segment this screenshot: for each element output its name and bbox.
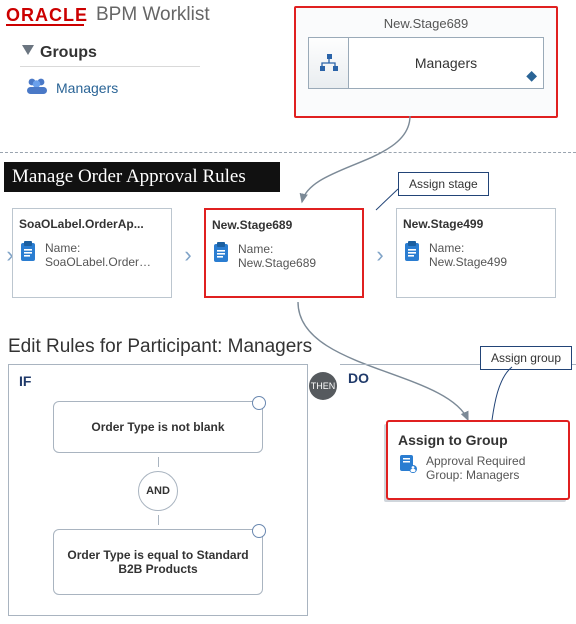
stage-arrow-1-2: › <box>370 240 390 270</box>
worklist-participant-name: Managers <box>349 38 543 88</box>
oracle-logo: ORACLE <box>6 5 88 26</box>
do-label: DO <box>348 370 369 386</box>
and-label: AND <box>146 485 170 497</box>
stage-name-value: New.Stage499 <box>429 255 507 269</box>
and-operator[interactable]: AND <box>138 471 178 511</box>
cond-connector <box>158 515 159 525</box>
groups-item-label: Managers <box>56 80 118 96</box>
oracle-wordmark: ORACLE <box>6 5 88 26</box>
if-label: IF <box>9 365 307 397</box>
condition-handle-icon[interactable] <box>252 396 266 410</box>
stage-name-label: Name: <box>429 241 464 255</box>
callout-group-pointer <box>490 366 530 426</box>
groups-heading-label: Groups <box>40 44 97 62</box>
app-title: BPM Worklist <box>96 4 210 26</box>
section-divider <box>0 152 576 153</box>
hierarchy-icon <box>309 38 349 88</box>
then-pill: THEN <box>309 372 337 400</box>
stage-card-title: New.Stage689 <box>212 218 356 232</box>
assign-line: Approval Required Group: Managers <box>426 454 558 482</box>
group-users-icon <box>26 77 48 98</box>
stage-card-0[interactable]: SoaOLabel.OrderAp... Name: SoaOLabel.Ord… <box>12 208 172 298</box>
groups-item-managers[interactable]: Managers <box>20 67 200 108</box>
condition-text: Order Type is not blank <box>91 420 224 434</box>
condition-text: Order Type is equal to Standard B2B Prod… <box>67 548 248 576</box>
condition-1[interactable]: Order Type is equal to Standard B2B Prod… <box>53 529 263 595</box>
stage-card-title: SoaOLabel.OrderAp... <box>19 217 165 231</box>
add-participant-icon[interactable]: ◆ <box>526 67 537 84</box>
assign-to-group-box[interactable]: Assign to Group Approval Required Group:… <box>386 420 570 500</box>
assign-group-icon <box>398 454 418 477</box>
groups-panel: Groups Managers <box>20 40 200 108</box>
stages-row: › SoaOLabel.OrderAp... Name: SoaOLabel.O… <box>0 200 576 320</box>
worklist-stage-box: New.Stage689 Managers ◆ <box>294 6 558 118</box>
stage-name-label: Name: <box>238 242 273 256</box>
stage-arrow-0-1: › <box>178 240 198 270</box>
stage-card-title: New.Stage499 <box>403 217 549 231</box>
condition-0[interactable]: Order Type is not blank <box>53 401 263 453</box>
then-label: THEN <box>311 381 336 391</box>
collapse-icon <box>22 44 34 62</box>
worklist-participant-row[interactable]: Managers ◆ <box>308 37 544 89</box>
clipboard-icon <box>212 242 230 270</box>
stage-card-1[interactable]: New.Stage689 Name: New.Stage689 <box>204 208 364 298</box>
edit-rules-title: Edit Rules for Participant: Managers <box>8 336 312 358</box>
stage-card-2[interactable]: New.Stage499 Name: New.Stage499 <box>396 208 556 298</box>
app-header: ORACLE BPM Worklist <box>6 4 210 26</box>
callout-assign-group: Assign group <box>480 346 572 370</box>
cond-connector <box>158 457 159 467</box>
condition-handle-icon[interactable] <box>252 524 266 538</box>
stage-name-value: New.Stage689 <box>238 256 316 270</box>
callout-assign-stage: Assign stage <box>398 172 489 196</box>
stage-name-value: SoaOLabel.Order… <box>45 255 151 269</box>
clipboard-icon <box>19 241 37 269</box>
groups-heading[interactable]: Groups <box>20 40 200 67</box>
manage-rules-title: Manage Order Approval Rules <box>4 162 280 192</box>
assign-title: Assign to Group <box>398 432 558 448</box>
clipboard-icon <box>403 241 421 269</box>
if-panel: IF Order Type is not blank AND Order Typ… <box>8 364 308 616</box>
stage-name-label: Name: <box>45 241 80 255</box>
worklist-stage-title: New.Stage689 <box>296 8 556 37</box>
